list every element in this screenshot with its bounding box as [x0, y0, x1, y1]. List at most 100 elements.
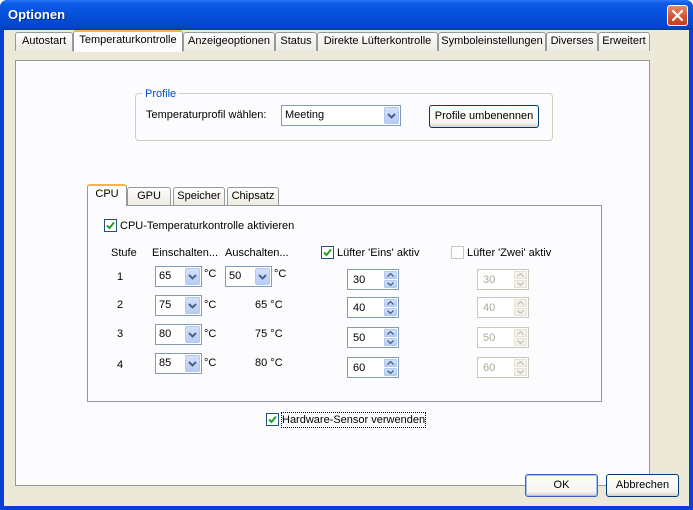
button-label: OK: [553, 479, 570, 491]
stage-label: 1: [117, 271, 124, 283]
ok-button[interactable]: OK: [525, 474, 598, 497]
off-temp-value: 65 °C: [255, 299, 283, 311]
fan2-speed-spinner[interactable]: 30: [477, 269, 529, 290]
spin-up-icon[interactable]: [514, 271, 527, 279]
fan2-checkbox[interactable]: [451, 246, 464, 259]
fan2-speed-spinner[interactable]: 60: [477, 357, 529, 378]
window-title: Optionen: [8, 7, 66, 22]
hardware-sensor-label: Hardware-Sensor verwenden: [280, 412, 427, 428]
tab-label: Autostart: [21, 35, 67, 47]
fan1-checkbox[interactable]: [321, 246, 334, 259]
spin-up-icon[interactable]: [384, 359, 397, 367]
on-temp-value: 65: [159, 270, 172, 282]
tab-symboleinstellungen[interactable]: Symboleinstellungen: [438, 32, 546, 51]
tab-label: Status: [280, 35, 312, 47]
spin-down-icon[interactable]: [514, 368, 527, 376]
on-temp-select[interactable]: 80: [155, 324, 202, 345]
on-temp-value: 80: [159, 328, 172, 340]
tab-label: Diverses: [550, 35, 594, 47]
fan2-label: Lüfter 'Zwei' aktiv: [467, 247, 552, 259]
profile-select-label: Temperaturprofil wählen:: [146, 109, 267, 121]
off-temp-value: 80 °C: [255, 357, 283, 369]
spin-down-icon[interactable]: [384, 368, 397, 376]
on-temp-select[interactable]: 65: [155, 266, 202, 287]
fan2-speed-spinner[interactable]: 40: [477, 297, 529, 318]
inner-tab-gpu[interactable]: GPU: [127, 187, 171, 206]
checkmark-icon: [268, 415, 277, 424]
stage-label: 4: [117, 359, 124, 371]
tab-autostart[interactable]: Autostart: [15, 32, 73, 51]
tab-temperaturkontrolle[interactable]: Temperaturkontrolle: [73, 30, 183, 52]
chevron-down-icon[interactable]: [384, 107, 399, 124]
close-button[interactable]: [667, 5, 688, 26]
unit-label: °C: [204, 357, 217, 369]
tab-label: Anzeigeoptionen: [188, 35, 270, 47]
spin-up-icon[interactable]: [384, 271, 397, 279]
fan1-speed-spinner[interactable]: 40: [347, 297, 399, 318]
tab-status[interactable]: Status: [275, 32, 317, 51]
spin-up-icon[interactable]: [514, 299, 527, 307]
spinner-value: 30: [483, 274, 496, 286]
spin-down-icon[interactable]: [514, 308, 527, 316]
tab-direkte-luefterkontrolle[interactable]: Direkte Lüfterkontrolle: [317, 32, 438, 51]
unit-label: °C: [274, 268, 287, 280]
spin-up-icon[interactable]: [514, 329, 527, 337]
unit-label: °C: [204, 299, 217, 311]
off-temp-select[interactable]: 50: [225, 266, 272, 287]
title-bar[interactable]: Optionen: [0, 0, 693, 30]
tab-panel-temperaturkontrolle: Profile Temperaturprofil wählen: Meeting…: [15, 60, 650, 486]
tab-label: CPU: [95, 188, 119, 200]
tab-anzeigeoptionen[interactable]: Anzeigeoptionen: [183, 32, 275, 51]
checkmark-icon: [323, 248, 332, 257]
spin-down-icon[interactable]: [514, 338, 527, 346]
spin-down-icon[interactable]: [384, 338, 397, 346]
spin-down-icon[interactable]: [384, 280, 397, 288]
cpu-enable-checkbox[interactable]: [104, 219, 117, 232]
checkmark-icon: [106, 221, 115, 230]
fan2-speed-spinner[interactable]: 50: [477, 327, 529, 348]
off-temp-value: 50: [229, 270, 242, 282]
rename-profile-button[interactable]: Profile umbenennen: [429, 105, 539, 128]
stage-label: 3: [117, 328, 124, 340]
chevron-down-icon[interactable]: [185, 326, 200, 343]
spinner-value: 60: [483, 362, 496, 374]
dialog-client-area: Autostart Temperaturkontrolle Anzeigeopt…: [4, 30, 689, 506]
spin-down-icon[interactable]: [384, 308, 397, 316]
button-label: Abbrechen: [615, 479, 670, 491]
spin-up-icon[interactable]: [384, 299, 397, 307]
spin-up-icon[interactable]: [514, 359, 527, 367]
tab-label: Temperaturkontrolle: [79, 34, 177, 46]
fan1-speed-spinner[interactable]: 30: [347, 269, 399, 290]
off-temp-value: 75 °C: [255, 328, 283, 340]
on-temp-select[interactable]: 75: [155, 295, 202, 316]
tab-label: Symboleinstellungen: [441, 35, 543, 47]
spinner-value: 50: [353, 332, 366, 344]
hardware-sensor-checkbox[interactable]: [266, 413, 279, 426]
tab-erweitert[interactable]: Erweitert: [598, 32, 650, 51]
on-temp-value: 75: [159, 299, 172, 311]
column-header-off: Auschalten...: [225, 247, 289, 259]
inner-tab-chipsatz[interactable]: Chipsatz: [227, 187, 279, 206]
inner-tab-cpu[interactable]: CPU: [87, 184, 127, 206]
spin-down-icon[interactable]: [514, 280, 527, 288]
close-icon: [672, 10, 683, 21]
tab-diverses[interactable]: Diverses: [546, 32, 598, 51]
column-header-stage: Stufe: [111, 247, 137, 259]
spin-up-icon[interactable]: [384, 329, 397, 337]
profile-group-label: Profile: [142, 87, 180, 101]
cancel-button[interactable]: Abbrechen: [606, 474, 679, 497]
inner-tab-speicher[interactable]: Speicher: [173, 187, 225, 206]
chevron-down-icon[interactable]: [185, 355, 200, 372]
fan1-speed-spinner[interactable]: 60: [347, 357, 399, 378]
spinner-value: 50: [483, 332, 496, 344]
chevron-down-icon[interactable]: [255, 268, 270, 285]
fan1-speed-spinner[interactable]: 50: [347, 327, 399, 348]
profile-select[interactable]: Meeting: [281, 105, 401, 126]
on-temp-select[interactable]: 85: [155, 353, 202, 374]
chevron-down-icon[interactable]: [185, 268, 200, 285]
profile-select-value: Meeting: [285, 109, 325, 121]
tab-label: GPU: [137, 190, 161, 202]
chevron-down-icon[interactable]: [185, 297, 200, 314]
button-label: Profile umbenennen: [434, 110, 534, 122]
tab-label: Erweitert: [602, 35, 646, 47]
